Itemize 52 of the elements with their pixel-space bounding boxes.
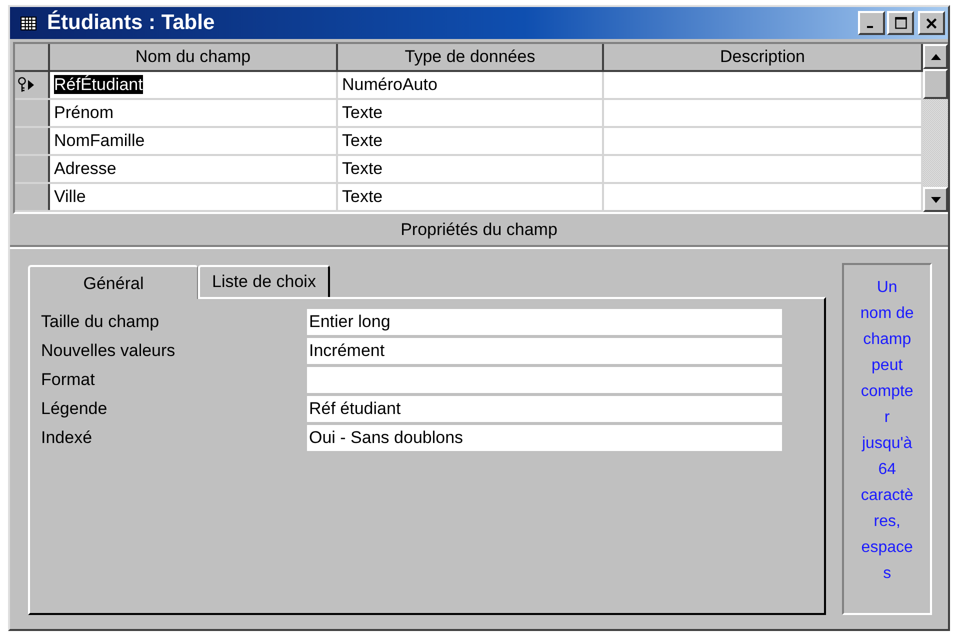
property-field[interactable] — [307, 367, 782, 393]
section-title: Propriétés du champ — [10, 214, 948, 247]
table-grid-icon — [20, 14, 37, 32]
row-selector[interactable] — [15, 128, 50, 154]
row-selector[interactable] — [15, 100, 50, 126]
scroll-down-button[interactable] — [923, 187, 948, 212]
property-label: Nouvelles valeurs — [41, 341, 176, 361]
scroll-up-button[interactable] — [923, 44, 948, 69]
table-cell[interactable]: Texte — [338, 128, 604, 154]
table-cell[interactable]: RéfÉtudiant — [50, 72, 338, 98]
table-cell[interactable]: NuméroAuto — [338, 72, 604, 98]
property-label: Indexé — [41, 428, 94, 448]
vertical-scrollbar[interactable] — [923, 44, 948, 212]
minimize-icon — [867, 26, 873, 28]
property-field[interactable]: Entier long — [307, 309, 782, 335]
property-label: Format — [41, 370, 96, 390]
down-triangle-icon — [930, 196, 940, 202]
table-cell[interactable]: Prénom — [50, 100, 338, 126]
table-cell[interactable]: NomFamille — [50, 128, 338, 154]
scroll-thumb[interactable] — [923, 69, 948, 99]
row-selector[interactable] — [15, 156, 50, 182]
key-icon — [17, 77, 27, 93]
table-cell[interactable]: Adresse — [50, 156, 338, 182]
help-text: Un nom de champ peut compter jusqu'à 64 caractères, espaces — [859, 278, 915, 584]
row-selector[interactable] — [15, 72, 50, 98]
property-label: Légende — [41, 399, 108, 419]
property-field[interactable]: Oui - Sans doublons — [307, 425, 782, 451]
tab[interactable]: Liste de choix — [198, 265, 330, 297]
table-cell[interactable]: Texte — [338, 184, 604, 210]
maximize-button[interactable] — [887, 11, 914, 35]
field-name-text: RéfÉtudiant — [54, 75, 143, 94]
property-field[interactable]: Incrément — [307, 338, 782, 364]
table-cell[interactable]: Texte — [338, 100, 604, 126]
property-field[interactable]: Réf étudiant — [307, 396, 782, 422]
minimize-button[interactable] — [858, 11, 885, 35]
row-selector[interactable] — [15, 184, 50, 210]
close-button[interactable] — [918, 11, 945, 35]
table-cell[interactable]: Texte — [338, 156, 604, 182]
table-cell[interactable]: Ville — [50, 184, 338, 210]
close-icon — [925, 16, 938, 30]
tab[interactable]: Général — [28, 265, 198, 299]
field-name-text: NomFamille — [54, 131, 145, 150]
field-name-text: Adresse — [54, 159, 116, 178]
field-name-text: Prénom — [54, 103, 114, 122]
column-header[interactable]: Type de données — [338, 44, 604, 70]
current-record-arrow-icon — [28, 80, 34, 90]
field-name-text: Ville — [54, 187, 86, 206]
column-header[interactable]: Nom du champ — [50, 44, 338, 70]
up-triangle-icon — [930, 54, 940, 60]
maximize-icon — [894, 16, 908, 30]
property-label: Taille du champ — [41, 312, 160, 332]
window-title: Étudiants : Table — [47, 11, 216, 35]
